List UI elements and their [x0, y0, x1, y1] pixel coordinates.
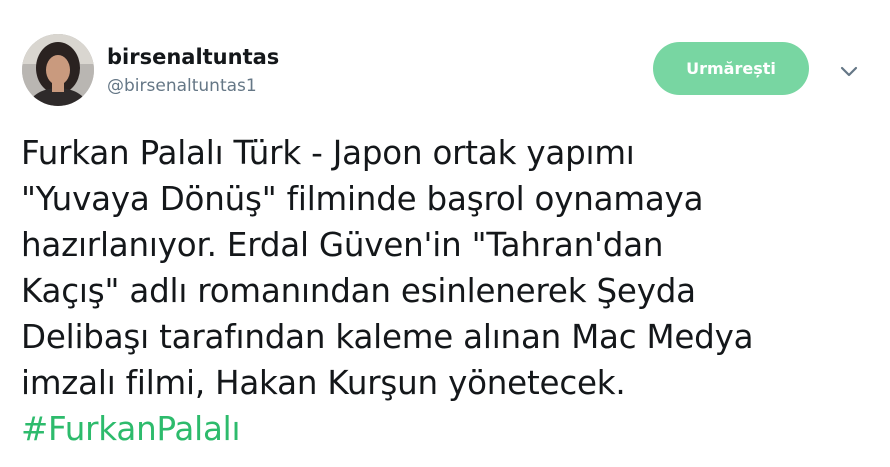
user-info: birsenaltuntas @birsenaltuntas1 — [107, 44, 279, 97]
following-button[interactable]: Urmărești — [653, 42, 809, 95]
tweet-card: birsenaltuntas @birsenaltuntas1 Urmăreșt… — [0, 0, 890, 467]
tweet-text-line: Kaçış" adlı romanından esinlenerek Şeyda — [21, 272, 696, 310]
tweet-text-line: Delibaşı tarafından kaleme alınan Mac Me… — [21, 318, 754, 356]
tweet-text-line: "Yuvaya Dönüş" filminde başrol oynamaya — [21, 180, 704, 218]
tweet-text: Furkan Palalı Türk - Japon ortak yapımı … — [21, 130, 881, 452]
tweet-text-line: Furkan Palalı Türk - Japon ortak yapımı — [21, 134, 635, 172]
more-options-button[interactable] — [836, 62, 862, 82]
user-handle[interactable]: @birsenaltuntas1 — [107, 75, 279, 97]
display-name[interactable]: birsenaltuntas — [107, 44, 279, 70]
avatar[interactable] — [22, 34, 94, 106]
chevron-down-icon — [840, 66, 858, 77]
profile-photo — [22, 34, 94, 106]
hashtag-link[interactable]: #FurkanPalalı — [21, 410, 241, 448]
tweet-text-line: imzalı filmi, Hakan Kurşun yönetecek. — [21, 364, 626, 402]
tweet-text-line: hazırlanıyor. Erdal Güven'in "Tahran'dan — [21, 226, 664, 264]
